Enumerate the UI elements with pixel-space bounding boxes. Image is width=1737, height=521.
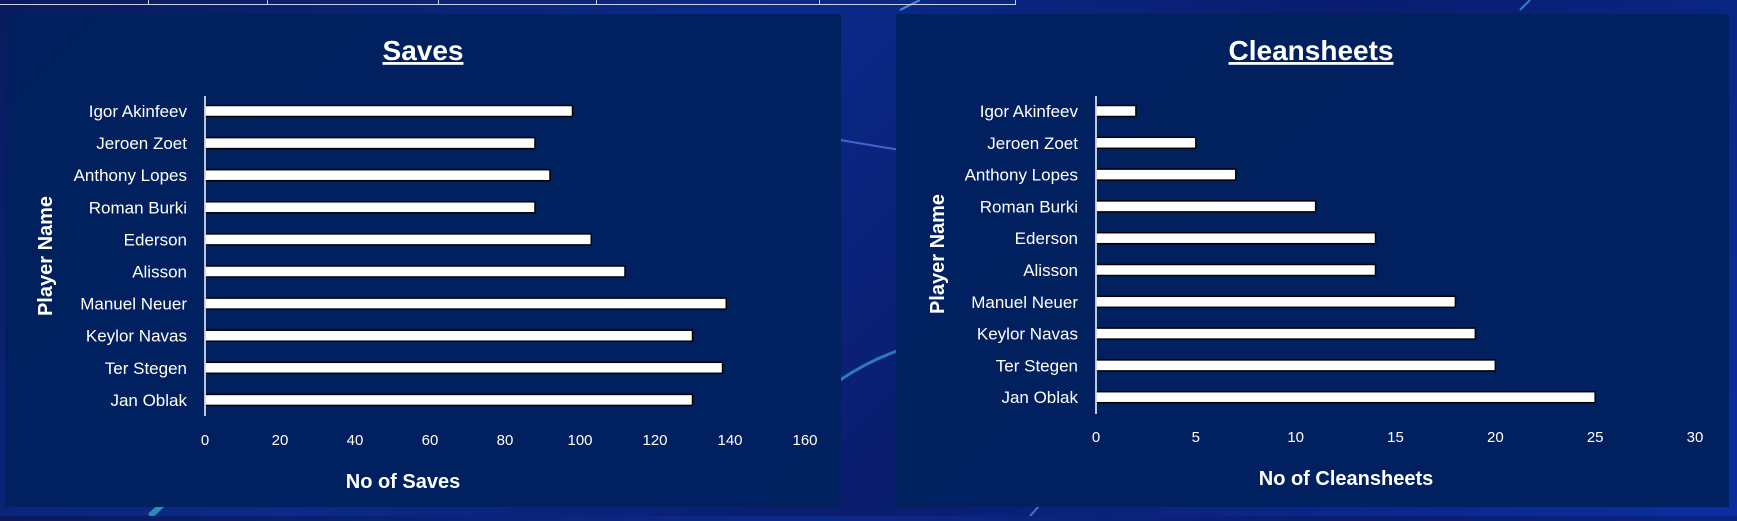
bar <box>204 329 694 342</box>
saves-chart-panel: Saves Igor Akinfeev Jeroen Zoet Anthony Lo… <box>5 14 841 507</box>
x-axis-title: No of Saves <box>346 471 460 493</box>
chart-title: Saves <box>383 35 464 66</box>
chart-title: Cleansheets <box>1229 35 1394 66</box>
x-tick-label: 160 <box>792 432 817 449</box>
bar <box>1095 104 1137 118</box>
category-label: Alisson <box>132 263 187 282</box>
category-label: Ederson <box>1015 229 1078 248</box>
bar <box>204 393 694 407</box>
category-label: Manuel Neuer <box>80 295 187 314</box>
bar <box>1095 359 1497 372</box>
top-table-border <box>0 0 1016 5</box>
x-tick-label: 15 <box>1387 429 1404 446</box>
category-labels: Igor Akinfeev Jeroen Zoet Anthony Lopes Rom… <box>74 102 188 410</box>
x-axis-title: No of Cleansheets <box>1259 468 1433 490</box>
y-axis-title: Player Name <box>35 196 57 316</box>
bars <box>1095 104 1596 404</box>
x-tick-label: 60 <box>422 432 439 449</box>
bar <box>204 265 626 278</box>
category-label: Keylor Navas <box>86 327 187 346</box>
bar <box>1095 231 1377 245</box>
bar <box>204 361 724 375</box>
x-tick-label: 80 <box>497 432 514 449</box>
bar <box>1095 168 1237 181</box>
cleansheets-chart-panel: Cleansheets Igor Akinfeev Jeroen Zoet Anth… <box>896 14 1729 507</box>
x-tick-label: 5 <box>1192 429 1200 446</box>
x-tick-label: 120 <box>642 432 667 449</box>
category-label: Jeroen Zoet <box>987 134 1078 153</box>
bar <box>1095 263 1377 277</box>
cleansheets-chart: Cleansheets Igor Akinfeev Jeroen Zoet Anth… <box>927 35 1704 490</box>
y-axis-title: Player Name <box>927 194 949 314</box>
x-tick-label: 20 <box>272 432 289 449</box>
saves-chart: Saves Igor Akinfeev Jeroen Zoet Anthony Lo… <box>35 35 818 493</box>
category-label: Jan Oblak <box>1001 388 1078 407</box>
category-label: Ter Stegen <box>105 359 187 378</box>
bar <box>1095 390 1596 404</box>
category-label: Jan Oblak <box>110 391 187 410</box>
x-tick-label: 0 <box>1092 429 1100 446</box>
x-tick-label: 140 <box>717 432 742 449</box>
category-label: Anthony Lopes <box>74 166 187 185</box>
bar <box>1095 200 1317 213</box>
x-tick-label: 30 <box>1687 429 1704 446</box>
bar <box>204 104 574 118</box>
category-label: Jeroen Zoet <box>96 134 187 153</box>
bar <box>204 201 536 214</box>
x-tick-labels: 0 5 10 15 20 25 30 <box>1092 429 1704 446</box>
x-tick-label: 10 <box>1287 429 1304 446</box>
category-label: Keylor Navas <box>977 325 1078 344</box>
bar <box>1095 327 1477 340</box>
category-label: Roman Burki <box>980 197 1078 216</box>
category-label: Ter Stegen <box>996 356 1078 375</box>
category-label: Igor Akinfeev <box>89 102 188 121</box>
category-label: Anthony Lopes <box>965 166 1078 185</box>
x-tick-label: 100 <box>567 432 592 449</box>
bar <box>1095 136 1197 150</box>
x-tick-label: 20 <box>1487 429 1504 446</box>
category-label: Manuel Neuer <box>971 293 1078 312</box>
x-tick-label: 0 <box>201 432 209 449</box>
x-tick-labels: 0 20 40 60 80 100 120 140 160 <box>201 432 818 449</box>
category-labels: Igor Akinfeev Jeroen Zoet Anthony Lopes Rom… <box>965 102 1079 407</box>
category-label: Ederson <box>124 230 187 249</box>
bars <box>204 104 727 407</box>
x-tick-label: 40 <box>347 432 364 449</box>
bar <box>204 136 536 150</box>
category-label: Igor Akinfeev <box>980 102 1079 121</box>
bar <box>204 297 727 310</box>
bar <box>204 168 551 182</box>
bar <box>204 233 592 246</box>
category-label: Alisson <box>1023 261 1078 280</box>
x-tick-label: 25 <box>1587 429 1604 446</box>
bar <box>1095 295 1457 309</box>
category-label: Roman Burki <box>89 198 187 217</box>
